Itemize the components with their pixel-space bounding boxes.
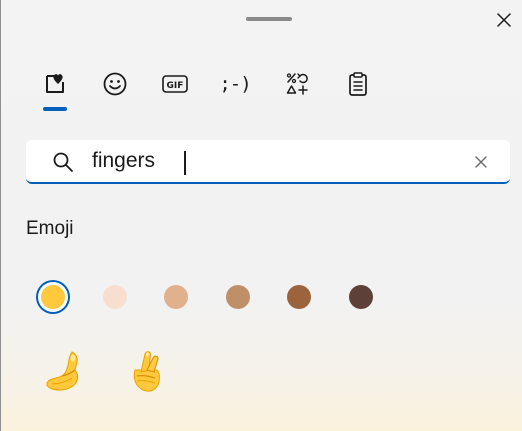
crossed-fingers-icon bbox=[133, 351, 160, 392]
symbols-icon bbox=[286, 73, 308, 95]
search-input[interactable] bbox=[92, 146, 452, 176]
close-icon bbox=[497, 13, 511, 27]
search-icon bbox=[53, 152, 73, 172]
skin-tone-swatch[interactable] bbox=[287, 285, 311, 309]
clear-search-button[interactable] bbox=[470, 151, 492, 173]
close-button[interactable] bbox=[490, 6, 518, 34]
skin-tone-swatch[interactable] bbox=[164, 285, 188, 309]
tab-smiley[interactable] bbox=[97, 66, 133, 102]
smiley-icon bbox=[103, 72, 127, 96]
emoji-panel: GIF ;-) fingers Emoji bbox=[0, 0, 522, 431]
drag-handle[interactable] bbox=[246, 17, 292, 21]
tab-emoji[interactable] bbox=[37, 66, 73, 102]
window-edge bbox=[0, 0, 1, 431]
tab-kaomoji[interactable]: ;-) bbox=[217, 66, 253, 102]
text-caret bbox=[184, 151, 186, 175]
skin-tone-swatch[interactable] bbox=[349, 285, 373, 309]
selected-tab-indicator bbox=[43, 107, 67, 111]
pinched-fingers-emoji[interactable] bbox=[41, 347, 89, 395]
svg-text:GIF: GIF bbox=[167, 81, 184, 91]
heart-sticker-icon bbox=[46, 74, 64, 93]
skin-tone-swatch[interactable] bbox=[226, 285, 250, 309]
kaomoji-icon: ;-) bbox=[219, 73, 251, 95]
skin-tone-swatch[interactable] bbox=[103, 285, 127, 309]
gif-icon: GIF bbox=[162, 75, 188, 93]
clipboard-icon bbox=[349, 72, 367, 96]
pinched-fingers-icon bbox=[46, 351, 79, 391]
tab-gif[interactable]: GIF bbox=[157, 66, 193, 102]
section-title: Emoji bbox=[26, 218, 74, 239]
clear-icon bbox=[475, 156, 487, 168]
crossed-fingers-emoji[interactable] bbox=[122, 347, 170, 395]
tab-symbols[interactable] bbox=[279, 66, 315, 102]
tab-clipboard[interactable] bbox=[340, 66, 376, 102]
skin-tone-swatch[interactable] bbox=[41, 285, 65, 309]
search-box bbox=[26, 140, 510, 184]
